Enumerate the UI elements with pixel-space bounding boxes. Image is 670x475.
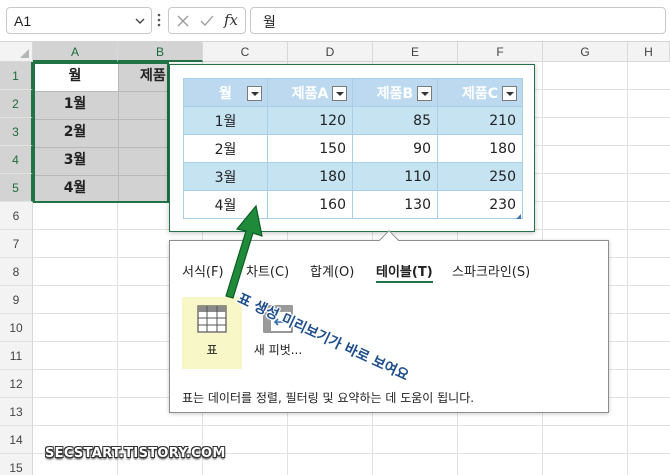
tab-charts[interactable]: 차트(C)	[246, 261, 289, 280]
name-box-value: A1	[14, 13, 32, 29]
quick-analysis-hint: 표는 데이터를 정렬, 필터링 및 요약하는 데 도움이 됩니다.	[182, 391, 475, 405]
resize-handle-icon	[516, 214, 521, 219]
preview-table: 월 제품A 제품B 제품C 1월 120 85 210 2월 150 90 180 3월 180 1…	[183, 78, 523, 219]
select-all-button[interactable]	[0, 42, 33, 62]
row-header-5[interactable]: 5	[0, 174, 33, 202]
row-header-7[interactable]: 7	[0, 230, 33, 258]
preview-header-cell: 제품C	[437, 78, 523, 107]
preview-header-cell: 제품B	[352, 78, 438, 107]
column-header-a[interactable]: A	[33, 42, 118, 62]
preview-table-cell: 150	[267, 134, 353, 163]
row-header-2[interactable]: 2	[0, 90, 33, 118]
pivot-option-label: 새 피벗...	[253, 343, 303, 357]
preview-table-cell: 3월	[183, 162, 268, 191]
row-header-13[interactable]: 13	[0, 398, 33, 426]
preview-table-cell: 120	[267, 106, 353, 135]
column-header-f[interactable]: F	[458, 42, 543, 62]
filter-dropdown-icon[interactable]	[332, 86, 347, 101]
filter-dropdown-icon[interactable]	[502, 86, 517, 101]
row-header-4[interactable]: 4	[0, 146, 33, 174]
table-option-label: 표	[206, 343, 218, 357]
preview-table-cell: 230	[437, 190, 523, 219]
row-header-12[interactable]: 12	[0, 370, 33, 398]
preview-table-cell: 250	[437, 162, 523, 191]
cell-a4[interactable]: 3월	[33, 146, 117, 174]
cell-a3[interactable]: 2월	[33, 118, 117, 146]
column-header-e[interactable]: E	[373, 42, 458, 62]
filter-dropdown-icon[interactable]	[417, 86, 432, 101]
row-header-6[interactable]: 6	[0, 202, 33, 230]
preview-table-row: 4월 160 130 230	[183, 190, 523, 219]
column-header-c[interactable]: C	[203, 42, 288, 62]
row-header-10[interactable]: 10	[0, 314, 33, 342]
table-option-button[interactable]: 표	[182, 297, 242, 369]
row-header-3[interactable]: 3	[0, 118, 33, 146]
row-header-11[interactable]: 11	[0, 342, 33, 370]
row-header-8[interactable]: 8	[0, 258, 33, 286]
column-header-b[interactable]: B	[118, 42, 203, 62]
more-options-icon[interactable]	[157, 12, 161, 28]
row-header-9[interactable]: 9	[0, 286, 33, 314]
formula-bar: A1 fx 월	[0, 0, 670, 42]
preview-table-cell: 90	[352, 134, 438, 163]
quick-analysis-panel: 서식(F) 차트(C) 합계(O) 테이블(T) 스파크라인(S) 표 새 피벗…	[169, 230, 609, 413]
table-icon	[197, 305, 227, 333]
preview-table-cell: 210	[437, 106, 523, 135]
preview-header-cell: 제품A	[267, 78, 353, 107]
preview-table-cell: 160	[267, 190, 353, 219]
tab-sparklines[interactable]: 스파크라인(S)	[452, 261, 530, 280]
formula-value: 월	[263, 15, 276, 31]
preview-table-cell: 4월	[183, 190, 268, 219]
preview-header-row: 월 제품A 제품B 제품C	[183, 78, 523, 107]
column-header-d[interactable]: D	[288, 42, 373, 62]
preview-table-cell: 1월	[183, 106, 268, 135]
preview-table-cell: 110	[352, 162, 438, 191]
preview-header-cell: 월	[183, 78, 268, 107]
row-header-14[interactable]: 14	[0, 426, 33, 454]
tab-tables[interactable]: 테이블(T)	[376, 261, 433, 283]
cell-a2[interactable]: 1월	[33, 90, 117, 118]
insert-function-button[interactable]: fx	[224, 11, 238, 29]
column-header-h[interactable]: H	[628, 42, 670, 62]
preview-table-cell: 180	[267, 162, 353, 191]
preview-table-body: 1월 120 85 210 2월 150 90 180 3월 180 110 250 4월 160 130 2…	[183, 106, 523, 219]
row-header-1[interactable]: 1	[0, 62, 33, 90]
table-preview-popup: 월 제품A 제품B 제품C 1월 120 85 210 2월 150 90 180 3월 180 1…	[169, 64, 535, 232]
chevron-down-icon[interactable]	[135, 16, 145, 26]
cell-a5[interactable]: 4월	[33, 174, 117, 202]
cell-b1[interactable]: 제품	[140, 62, 166, 90]
preview-table-cell: 180	[437, 134, 523, 163]
watermark: SECSTART.TISTORY.COM	[45, 446, 226, 461]
formula-input[interactable]: 월	[250, 7, 666, 34]
tab-totals[interactable]: 합계(O)	[310, 261, 354, 280]
filter-dropdown-icon[interactable]	[247, 86, 262, 101]
enter-check-icon[interactable]	[199, 14, 215, 28]
cell-a1[interactable]: 월	[33, 62, 117, 90]
column-header-g[interactable]: G	[543, 42, 628, 62]
preview-table-row: 1월 120 85 210	[183, 106, 523, 135]
name-box[interactable]: A1	[6, 7, 152, 34]
preview-table-cell: 130	[352, 190, 438, 219]
preview-table-row: 2월 150 90 180	[183, 134, 523, 163]
row-header-15[interactable]: 15	[0, 454, 33, 475]
preview-table-cell: 2월	[183, 134, 268, 163]
preview-table-cell: 85	[352, 106, 438, 135]
formula-buttons: fx	[168, 7, 246, 34]
preview-table-row: 3월 180 110 250	[183, 162, 523, 191]
cancel-icon[interactable]	[176, 14, 190, 28]
tab-format[interactable]: 서식(F)	[182, 261, 224, 280]
